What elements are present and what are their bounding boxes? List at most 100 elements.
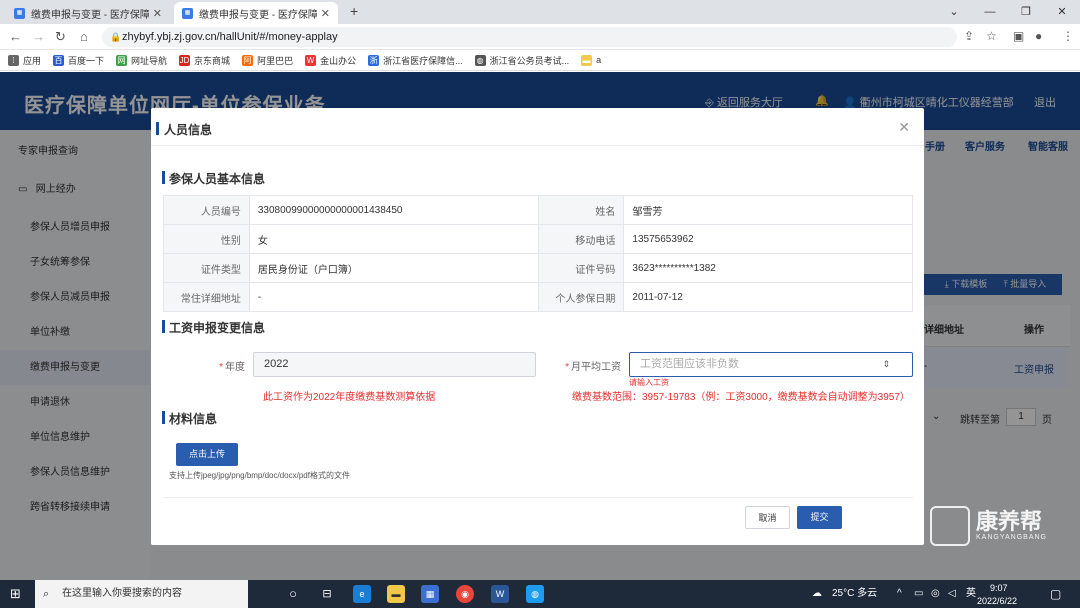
network-icon[interactable]: ▭ (914, 580, 923, 608)
store-icon[interactable]: ▦ (421, 585, 439, 603)
url-text: zhybyf.ybj.zj.gov.cn/hallUnit/#/money-ap… (122, 31, 338, 43)
profile-icon[interactable]: ● (1035, 29, 1042, 43)
label-person-id: 人员编号 (163, 195, 250, 225)
taskbar: ⊞ ⌕ 在这里输入你要搜索的内容 ○ ⊟ e ▬ ▦ ◉ W ◍ ☁ 25°C … (0, 580, 1080, 608)
wage-error-message: 请输入工资 (629, 378, 669, 387)
site-favicon-icon: ▦ (182, 7, 193, 19)
task-view-icon[interactable]: ○ (284, 585, 302, 603)
value-address: - (248, 282, 539, 312)
year-label: * 年度 (191, 358, 245, 373)
word-icon[interactable]: W (491, 585, 509, 603)
forward-icon[interactable]: → (32, 29, 45, 44)
watermark-text: 康养帮 (976, 509, 1043, 534)
section-title-wage: 工资申报变更信息 (169, 321, 266, 335)
reload-icon[interactable]: ↻ (55, 29, 66, 45)
table-row: 性别 女 移动电话 13575653962 (163, 224, 913, 254)
browser-tab-active[interactable]: ▦ 缴费申报与变更 - 医疗保障单位网厅 ✕ (174, 2, 338, 24)
watermark: 康养帮 KANGYANGBANG (930, 504, 1075, 548)
browser-tab-strip: ▦ 缴费申报与变更 - 医疗保障单位网厅 ✕ ▦ 缴费申报与变更 - 医疗保障单… (0, 0, 1080, 24)
lock-icon: 🔒 (110, 32, 122, 42)
bookmark-label: 京东商城 (194, 55, 231, 66)
bookmark-wps[interactable]: W 金山办公 (305, 54, 356, 67)
tray-chevron-icon[interactable]: ^ (897, 580, 902, 608)
site-favicon-icon: ▦ (14, 7, 25, 19)
table-row: 证件类型 居民身份证（户口簿） 证件号码 3623**********1382 (163, 253, 913, 283)
notification-icon[interactable]: ▢ (1050, 580, 1061, 608)
search-icon: ⌕ (43, 588, 50, 600)
wage-label-text: 月平均工资 (571, 362, 621, 373)
restore-icon[interactable]: ❐ (1008, 0, 1044, 24)
stepper-icon[interactable]: ⇕ (882, 353, 890, 376)
label-mobile: 移动电话 (537, 224, 625, 254)
volume-icon[interactable]: ◁ (948, 580, 956, 608)
bookmark-alibaba[interactable]: 阿阿里巴巴 (242, 54, 293, 67)
bookmark-label: 浙江省公务员考试... (489, 55, 570, 66)
bookmark-baidu[interactable]: 百百度一下 (53, 54, 104, 67)
edge-browser-icon[interactable]: e (353, 585, 371, 603)
wage-range-note: 缴费基数范围：3957-19783（例：工资3000，缴费基数会自动调整为395… (572, 392, 910, 403)
wage-input[interactable]: 工资范围应该非负数 ⇕ (629, 352, 913, 377)
bookmark-folder-a[interactable]: ▬ a (581, 54, 601, 66)
sidepanel-icon[interactable]: ▣ (1013, 29, 1024, 43)
year-label-text: 年度 (225, 362, 245, 373)
weather-icon: ☁ (812, 588, 822, 599)
required-asterisk: * (565, 362, 569, 373)
bookmark-jd[interactable]: JD 京东商城 (179, 54, 230, 67)
section-title-basic-info: 参保人员基本信息 (169, 172, 266, 186)
cancel-button[interactable]: 取消 (745, 506, 790, 529)
table-row: 人员编号 33080099000000000001438450 姓名 邹雪芳 (163, 195, 913, 225)
back-icon[interactable]: ← (9, 29, 22, 44)
person-info-dialog: 人员信息 ✕ 参保人员基本信息 人员编号 3308009900000000000… (151, 108, 924, 545)
close-icon[interactable]: ✕ (898, 119, 910, 136)
share-icon[interactable]: ⇪ (964, 29, 974, 43)
year-note: 此工资作为2022年度缴费基数测算依据 (263, 392, 436, 403)
minimize-icon[interactable]: — (972, 0, 1008, 24)
bookmark-star-icon[interactable]: ☆ (986, 29, 997, 43)
app-icon[interactable]: ◍ (526, 585, 544, 603)
file-explorer-icon[interactable]: ▬ (387, 585, 405, 603)
menu-icon[interactable]: ⋮ (1062, 29, 1074, 43)
input-method-indicator[interactable]: 英 (966, 580, 976, 608)
tab-title: 缴费申报与变更 - 医疗保障单位网厅 (199, 9, 317, 21)
bookmark-zj-gwy[interactable]: ◍ 浙江省公务员考试... (474, 54, 570, 67)
taskbar-search-input[interactable]: ⌕ 在这里输入你要搜索的内容 (35, 580, 248, 608)
label-id-type: 证件类型 (163, 253, 250, 283)
home-icon[interactable]: ⌂ (80, 29, 88, 44)
label-address: 常住详细地址 (163, 282, 250, 312)
bookmark-nav[interactable]: 网网址导航 (116, 54, 167, 67)
wage-label: * 月平均工资 (541, 358, 621, 373)
dialog-title: 人员信息 (164, 123, 213, 137)
close-tab-icon[interactable]: ✕ (153, 7, 162, 20)
bookmarks-bar: ⁞ 应用 百百度一下 网网址导航 JD 京东商城 阿阿里巴巴 W 金山办公 浙浙江省医… (0, 50, 1080, 71)
taskbar-search-placeholder: 在这里输入你要搜索的内容 (62, 588, 182, 599)
close-window-icon[interactable]: ✕ (1044, 0, 1080, 24)
watermark-subtext: KANGYANGBANG (976, 534, 1047, 541)
windows-start-icon[interactable]: ⊞ (10, 586, 21, 602)
value-id-type: 居民身份证（户口簿） (248, 253, 539, 283)
upload-button[interactable]: 点击上传 (176, 443, 238, 466)
value-name: 邹雪芳 (623, 195, 913, 225)
window-controls: ⌄ — ❐ ✕ (936, 0, 1080, 24)
bookmark-label: 应用 (23, 55, 42, 66)
tab-search-icon[interactable]: ⌄ (936, 0, 972, 24)
weather-text[interactable]: 25°C 多云 (832, 580, 877, 608)
section-accent-bar (162, 171, 165, 184)
label-gender: 性别 (163, 224, 250, 254)
bookmark-label: 金山办公 (320, 55, 357, 66)
clock-date[interactable]: 2022/6/22 (977, 587, 1017, 615)
url-input[interactable]: 🔒 zhybyf.ybj.zj.gov.cn/hallUnit/#/money-… (102, 27, 957, 47)
submit-button[interactable]: 提交 (797, 506, 842, 529)
bookmark-apps[interactable]: ⁞ 应用 (8, 54, 41, 67)
tray-app-icon[interactable]: ◎ (931, 580, 940, 608)
new-tab-icon[interactable]: + (350, 3, 358, 19)
bookmark-zj-yb[interactable]: 浙浙江省医疗保障信... (368, 54, 463, 67)
basic-info-table: 人员编号 33080099000000000001438450 姓名 邹雪芳 性… (163, 195, 913, 312)
label-insured-date: 个人参保日期 (537, 282, 625, 312)
browser-tab[interactable]: ▦ 缴费申报与变更 - 医疗保障单位网厅 ✕ (6, 2, 170, 24)
label-name: 姓名 (537, 195, 625, 225)
close-tab-icon[interactable]: ✕ (321, 7, 330, 20)
chrome-icon[interactable]: ◉ (456, 585, 474, 603)
widgets-icon[interactable]: ⊟ (318, 585, 336, 603)
value-mobile: 13575653962 (623, 224, 913, 254)
upload-hint: 支持上传jpeg/jpg/png/bmp/doc/docx/pdf格式的文件 (169, 471, 350, 480)
